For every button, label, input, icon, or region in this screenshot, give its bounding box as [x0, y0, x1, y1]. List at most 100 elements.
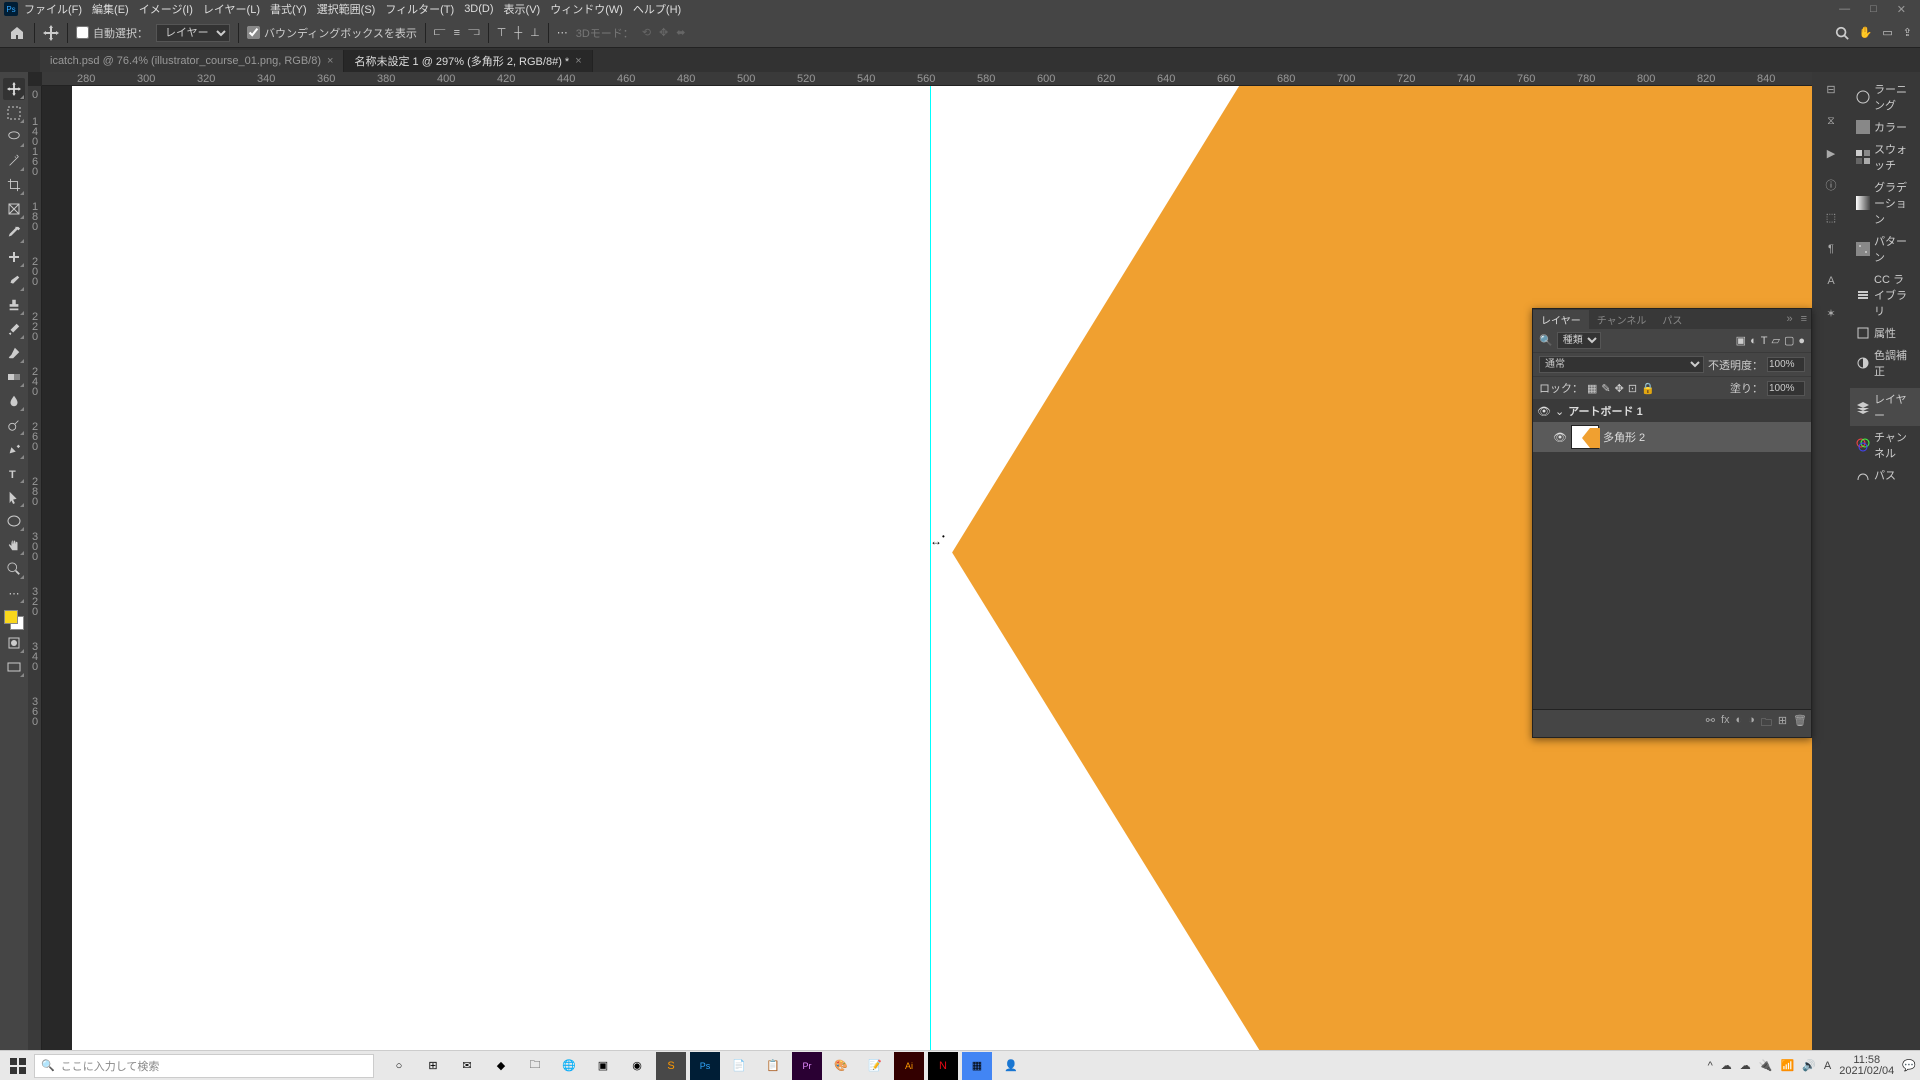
- maximize-icon[interactable]: □: [1870, 3, 1877, 16]
- fx-icon[interactable]: fx: [1721, 714, 1730, 733]
- adjustment-icon[interactable]: ◑: [1748, 714, 1755, 733]
- visibility-icon[interactable]: 👁: [1537, 405, 1551, 418]
- filter-toggle-icon[interactable]: ●: [1798, 335, 1805, 347]
- crop-tool[interactable]: [3, 174, 25, 196]
- history-brush-tool[interactable]: [3, 318, 25, 340]
- lock-paint-icon[interactable]: ✎: [1601, 382, 1610, 395]
- menu-file[interactable]: ファイル(F): [24, 1, 82, 17]
- filter-smart-icon[interactable]: ▢: [1784, 334, 1794, 347]
- edge-icon[interactable]: 🌐: [554, 1052, 584, 1080]
- brush-tool[interactable]: [3, 270, 25, 292]
- eraser-tool[interactable]: [3, 342, 25, 364]
- edit-toolbar[interactable]: ⋯: [3, 582, 25, 604]
- unknown-app-6-icon[interactable]: 📝: [860, 1052, 890, 1080]
- taskview-icon[interactable]: ⊞: [418, 1052, 448, 1080]
- notification-icon[interactable]: 💬: [1902, 1059, 1916, 1072]
- align-top-icon[interactable]: ⊤: [497, 26, 507, 39]
- opacity-input[interactable]: [1767, 357, 1805, 372]
- 3d-pan-icon[interactable]: ✥: [659, 26, 668, 39]
- align-bottom-icon[interactable]: ⊥: [530, 26, 540, 39]
- minimize-icon[interactable]: —: [1839, 3, 1850, 16]
- new-layer-icon[interactable]: ⊞: [1778, 714, 1787, 733]
- filter-adjust-icon[interactable]: ◐: [1750, 335, 1757, 347]
- character-panel-icon[interactable]: A: [1820, 270, 1842, 292]
- align-center-icon[interactable]: ≡: [454, 27, 460, 39]
- explorer-icon[interactable]: 🗀: [520, 1052, 550, 1080]
- unknown-app-1-icon[interactable]: ◆: [486, 1052, 516, 1080]
- history-panel-icon[interactable]: ⧖: [1820, 110, 1842, 132]
- layer-artboard[interactable]: 👁 ⌄ アートボード 1: [1533, 400, 1811, 422]
- filter-type-dropdown[interactable]: 種類: [1557, 332, 1601, 349]
- path-select-tool[interactable]: [3, 486, 25, 508]
- home-icon[interactable]: [8, 24, 26, 42]
- heal-tool[interactable]: [3, 246, 25, 268]
- share-icon[interactable]: ⇪: [1903, 26, 1912, 39]
- cortana-icon[interactable]: ○: [384, 1052, 414, 1080]
- menu-filter[interactable]: フィルター(T): [385, 1, 454, 17]
- filter-shape-icon[interactable]: ▱: [1771, 334, 1779, 347]
- doc-tab-2[interactable]: 名称未設定 1 @ 297% (多角形 2, RGB/8#) *×: [344, 50, 592, 72]
- lasso-tool[interactable]: [3, 126, 25, 148]
- paragraph-panel-icon[interactable]: ¶: [1820, 238, 1842, 260]
- panel-learn[interactable]: ラーニング: [1850, 78, 1920, 116]
- panel-adjustments[interactable]: 色調補正: [1850, 344, 1920, 382]
- menu-edit[interactable]: 編集(E): [92, 1, 129, 17]
- lock-pos-icon[interactable]: ✥: [1615, 382, 1624, 395]
- filter-icon[interactable]: 🔍: [1539, 334, 1553, 347]
- properties-panel-icon[interactable]: ⬚: [1820, 206, 1842, 228]
- quickmask-tool[interactable]: [3, 632, 25, 654]
- visibility-icon[interactable]: 👁: [1553, 431, 1567, 444]
- stamp-tool[interactable]: [3, 294, 25, 316]
- unknown-app-9-icon[interactable]: 👤: [996, 1052, 1026, 1080]
- layers-panel[interactable]: レイヤー チャンネル パス » ≡ 🔍 種類 ▣ ◐ T ▱ ▢ ● 通常 不透…: [1532, 308, 1812, 738]
- auto-select-dropdown[interactable]: レイヤー: [156, 24, 230, 42]
- eyedropper-tool[interactable]: [3, 222, 25, 244]
- expand-icon[interactable]: ⌄: [1555, 405, 1564, 418]
- lock-all-icon[interactable]: 🔒: [1641, 382, 1655, 395]
- color-swatch[interactable]: [4, 610, 24, 630]
- search-box[interactable]: 🔍ここに入力して検索: [34, 1054, 374, 1078]
- link-layers-icon[interactable]: ⚯: [1706, 714, 1715, 733]
- collapse-panel-icon[interactable]: »: [1782, 313, 1796, 325]
- panel-color[interactable]: カラー: [1850, 116, 1920, 138]
- panel-channels[interactable]: チャンネル: [1850, 426, 1920, 464]
- move-tool[interactable]: [3, 78, 25, 100]
- panel-swatches[interactable]: スウォッチ: [1850, 138, 1920, 176]
- dodge-tool[interactable]: [3, 414, 25, 436]
- shape-tool[interactable]: [3, 510, 25, 532]
- panel-paths[interactable]: パス: [1850, 464, 1920, 486]
- clock-time[interactable]: 11:58: [1839, 1055, 1894, 1066]
- glyphs-panel-icon[interactable]: ✶: [1820, 302, 1842, 324]
- blend-mode-dropdown[interactable]: 通常: [1539, 356, 1704, 373]
- workspace-icon[interactable]: ▭: [1882, 26, 1892, 39]
- tray-up-icon[interactable]: ^: [1708, 1060, 1713, 1072]
- group-icon[interactable]: 🗀: [1761, 714, 1772, 733]
- menu-select[interactable]: 選択範囲(S): [317, 1, 376, 17]
- 3d-orbit-icon[interactable]: ⟲: [642, 26, 651, 39]
- collapse-icon[interactable]: ⊟: [1820, 78, 1842, 100]
- unknown-app-3-icon[interactable]: 📄: [724, 1052, 754, 1080]
- start-button[interactable]: [4, 1052, 32, 1080]
- info-panel-icon[interactable]: ⓘ: [1820, 174, 1842, 196]
- panel-layers[interactable]: レイヤー: [1850, 388, 1920, 426]
- search-icon[interactable]: [1835, 26, 1849, 40]
- auto-select-check[interactable]: 自動選択：: [76, 25, 148, 41]
- doc-tab-1[interactable]: icatch.psd @ 76.4% (illustrator_course_0…: [40, 50, 344, 72]
- type-tool[interactable]: T: [3, 462, 25, 484]
- photoshop-icon[interactable]: Ps: [690, 1052, 720, 1080]
- filter-type-icon[interactable]: T: [1761, 335, 1768, 347]
- volume-icon[interactable]: 🔊: [1802, 1059, 1816, 1072]
- menu-window[interactable]: ウィンドウ(W): [550, 1, 623, 17]
- panel-libraries[interactable]: CC ライブラリ: [1850, 268, 1920, 322]
- hand-icon[interactable]: ✋: [1859, 26, 1873, 39]
- gradient-tool[interactable]: [3, 366, 25, 388]
- menu-layer[interactable]: レイヤー(L): [203, 1, 260, 17]
- mail-icon[interactable]: ✉: [452, 1052, 482, 1080]
- show-bbox-check[interactable]: バウンディングボックスを表示: [247, 25, 417, 41]
- align-middle-icon[interactable]: ┼: [514, 27, 522, 39]
- trash-icon[interactable]: 🗑: [1793, 714, 1807, 733]
- panel-patterns[interactable]: パターン: [1850, 230, 1920, 268]
- tab-paths[interactable]: パス: [1654, 310, 1690, 329]
- cloud-icon[interactable]: ☁: [1740, 1059, 1751, 1072]
- panel-gradients[interactable]: グラデーション: [1850, 176, 1920, 230]
